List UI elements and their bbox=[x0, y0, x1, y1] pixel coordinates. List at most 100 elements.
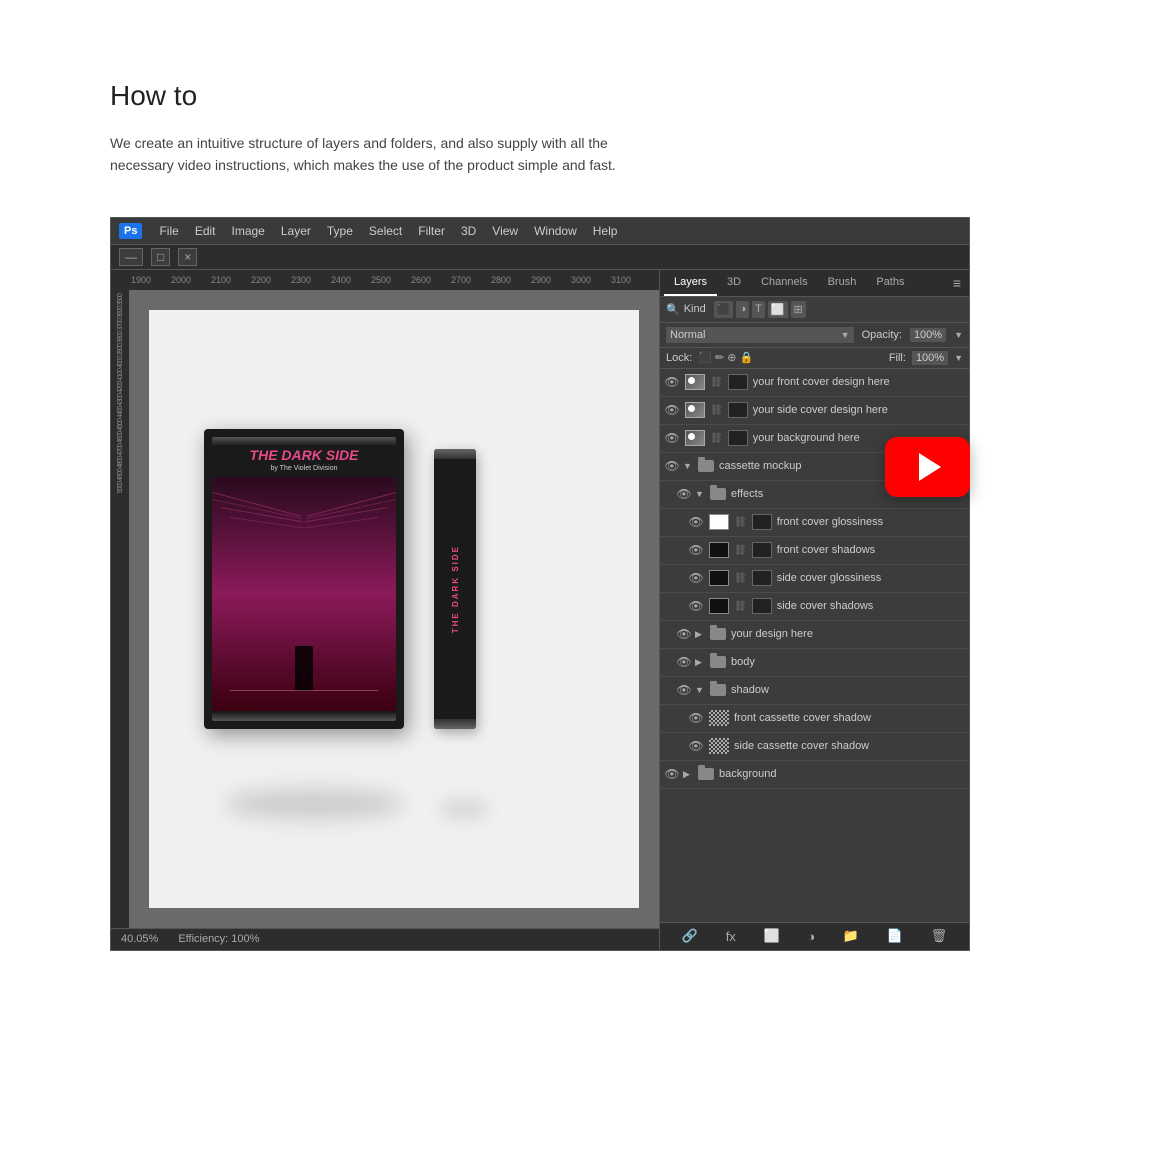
canvas[interactable]: THE DARK SIDE by The Violet Division bbox=[129, 290, 659, 928]
layer-name: your front cover design here bbox=[753, 376, 965, 388]
layer-folder-item[interactable]: 👁 ▶ background bbox=[660, 761, 969, 789]
maximize-button[interactable]: □ bbox=[151, 248, 170, 266]
page-container: How to We create an intuitive structure … bbox=[0, 0, 1160, 1031]
kind-icon-smart[interactable]: ⊞ bbox=[791, 301, 806, 318]
layer-folder-item[interactable]: 👁 ▼ shadow bbox=[660, 677, 969, 705]
layer-folder-item[interactable]: 👁 ▶ body bbox=[660, 649, 969, 677]
layer-item[interactable]: 👁 side cassette cover shadow bbox=[660, 733, 969, 761]
ruler-vert: 5000 4900 4800 4700 4600 4500 4400 4300 … bbox=[117, 294, 124, 493]
kind-icon-shape[interactable]: ⬜ bbox=[768, 301, 788, 318]
link-layers-button[interactable]: 🔗 bbox=[678, 926, 702, 946]
add-mask-button[interactable]: ⬜ bbox=[759, 926, 783, 946]
collapse-arrow[interactable]: ▶ bbox=[695, 629, 705, 640]
ruler-num: 2900 bbox=[531, 275, 571, 285]
kind-icon-type[interactable]: T bbox=[752, 301, 765, 318]
menu-type[interactable]: Type bbox=[320, 222, 360, 240]
layer-item[interactable]: 👁 ⛓ side cover glossiness bbox=[660, 565, 969, 593]
collapse-arrow[interactable]: ▼ bbox=[695, 489, 705, 499]
layer-eye[interactable]: 👁 bbox=[664, 375, 680, 389]
menu-view[interactable]: View bbox=[485, 222, 525, 240]
layer-folder-item[interactable]: 👁 ▶ your design here bbox=[660, 621, 969, 649]
menu-window[interactable]: Window bbox=[527, 222, 584, 240]
lock-icon-draw[interactable]: ✏ bbox=[715, 351, 724, 364]
kind-icons: ⬛ ◑ T ⬜ ⊞ bbox=[714, 301, 806, 318]
layer-eye[interactable]: 👁 bbox=[688, 515, 704, 529]
cassette-side-text: THE DARK SIDE bbox=[451, 545, 460, 633]
layer-thumbnail bbox=[709, 542, 729, 558]
layer-eye[interactable]: 👁 bbox=[688, 599, 704, 613]
tab-brush[interactable]: Brush bbox=[818, 270, 867, 296]
cassette-front: THE DARK SIDE by The Violet Division bbox=[204, 429, 404, 729]
panel-tabs: Layers 3D Channels Brush Paths ≡ bbox=[660, 270, 969, 297]
layer-eye[interactable]: 👁 bbox=[676, 487, 692, 501]
layer-chain-icon: ⛓ bbox=[734, 601, 747, 612]
kind-icon-pixel[interactable]: ⬛ bbox=[714, 301, 734, 318]
new-group-button[interactable]: 📁 bbox=[839, 926, 863, 946]
layer-eye[interactable]: 👁 bbox=[664, 767, 680, 781]
menu-filter[interactable]: Filter bbox=[411, 222, 452, 240]
menu-edit[interactable]: Edit bbox=[188, 222, 223, 240]
layer-mask-thumb bbox=[752, 542, 772, 558]
blend-mode-select[interactable]: Normal ▼ bbox=[666, 327, 854, 343]
layer-eye[interactable]: 👁 bbox=[676, 627, 692, 641]
menu-select[interactable]: Select bbox=[362, 222, 409, 240]
kind-label: 🔍 bbox=[666, 303, 680, 316]
tab-layers[interactable]: Layers bbox=[664, 270, 717, 296]
new-adjustment-button[interactable]: ◑ bbox=[803, 927, 819, 946]
folder-icon bbox=[710, 656, 726, 668]
layer-item[interactable]: 👁 ⛓ front cover glossiness bbox=[660, 509, 969, 537]
layer-item[interactable]: 👁 front cassette cover shadow bbox=[660, 705, 969, 733]
layer-item[interactable]: 👁 ⛓ front cover shadows bbox=[660, 537, 969, 565]
collapse-arrow[interactable]: ▼ bbox=[683, 461, 693, 471]
fx-button[interactable]: fx bbox=[722, 927, 740, 946]
layer-name: your side cover design here bbox=[753, 404, 965, 416]
layer-eye[interactable]: 👁 bbox=[688, 739, 704, 753]
menu-help[interactable]: Help bbox=[586, 222, 625, 240]
layer-eye[interactable]: 👁 bbox=[688, 711, 704, 725]
status-bar: 40.05% Efficiency: 100% bbox=[111, 928, 659, 950]
youtube-play-button[interactable] bbox=[885, 437, 970, 497]
menu-layer[interactable]: Layer bbox=[274, 222, 318, 240]
new-layer-button[interactable]: 📄 bbox=[883, 926, 907, 946]
minimize-button[interactable]: — bbox=[119, 248, 143, 266]
layer-name: body bbox=[731, 656, 965, 668]
lock-icon-all[interactable]: 🔒 bbox=[739, 351, 753, 364]
folder-icon bbox=[710, 488, 726, 500]
cassette-subtitle: by The Violet Division bbox=[212, 465, 396, 472]
close-button[interactable]: × bbox=[178, 248, 197, 266]
menu-file[interactable]: File bbox=[152, 222, 185, 240]
collapse-arrow[interactable]: ▶ bbox=[683, 769, 693, 780]
tab-3d[interactable]: 3D bbox=[717, 270, 751, 296]
layer-name: side cassette cover shadow bbox=[734, 740, 965, 752]
delete-layer-button[interactable]: 🗑 bbox=[927, 926, 952, 946]
canvas-section: 1900 2000 2100 2200 2300 2400 2500 2600 … bbox=[111, 270, 659, 950]
title-icons: — □ × bbox=[119, 248, 197, 266]
menu-image[interactable]: Image bbox=[225, 222, 272, 240]
tab-channels[interactable]: Channels bbox=[751, 270, 817, 296]
layer-eye[interactable]: 👁 bbox=[676, 683, 692, 697]
collapse-arrow[interactable]: ▼ bbox=[695, 685, 705, 695]
layer-eye[interactable]: 👁 bbox=[688, 571, 704, 585]
layer-eye[interactable]: 👁 bbox=[688, 543, 704, 557]
layer-chain-icon: ⛓ bbox=[710, 377, 723, 388]
panel-menu-icon[interactable]: ≡ bbox=[949, 271, 965, 295]
menu-3d[interactable]: 3D bbox=[454, 222, 483, 240]
ruler-num: 1900 bbox=[131, 275, 171, 285]
layer-eye[interactable]: 👁 bbox=[664, 431, 680, 445]
lock-icon-move[interactable]: ⊕ bbox=[727, 351, 736, 364]
layer-name: your design here bbox=[731, 628, 965, 640]
layer-item[interactable]: 👁 ⛓ your front cover design here bbox=[660, 369, 969, 397]
layer-eye[interactable]: 👁 bbox=[676, 655, 692, 669]
layer-eye[interactable]: 👁 bbox=[664, 403, 680, 417]
panel-kind-row: 🔍 Kind ⬛ ◑ T ⬜ ⊞ bbox=[660, 297, 969, 323]
opacity-value[interactable]: 100% bbox=[910, 328, 946, 342]
collapse-arrow[interactable]: ▶ bbox=[695, 657, 705, 668]
layer-item[interactable]: 👁 ⛓ your side cover design here bbox=[660, 397, 969, 425]
kind-icon-adjust[interactable]: ◑ bbox=[736, 301, 749, 318]
layer-item[interactable]: 👁 ⛓ side cover shadows bbox=[660, 593, 969, 621]
layer-eye[interactable]: 👁 bbox=[664, 459, 680, 473]
lock-icon-pixel[interactable]: ⬛ bbox=[698, 351, 712, 364]
layer-chain-icon: ⛓ bbox=[710, 433, 723, 444]
fill-value[interactable]: 100% bbox=[912, 351, 948, 365]
tab-paths[interactable]: Paths bbox=[866, 270, 914, 296]
